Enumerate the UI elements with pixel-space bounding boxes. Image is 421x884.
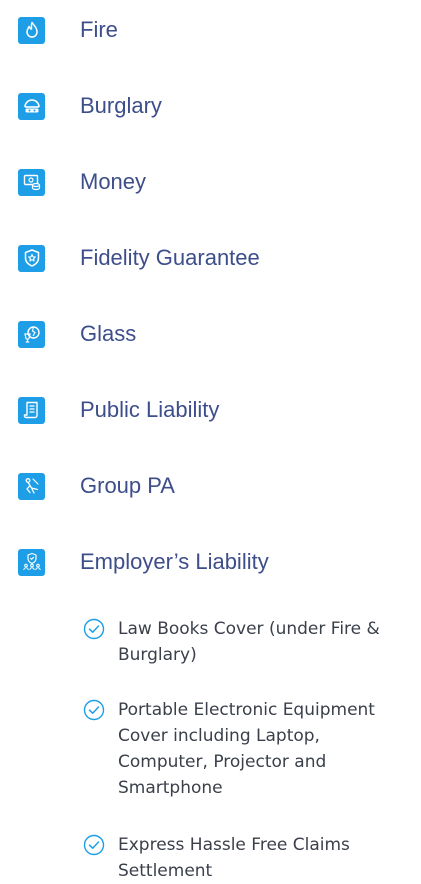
accident-person-icon [18,472,45,500]
burglar-mask-icon [18,92,45,120]
cover-label-money: Money [80,169,147,194]
shield-star-icon [18,244,45,272]
benefit-text: Express Hassle Free Claims Settlement [118,835,350,881]
document-scroll-icon [18,396,45,424]
cover-item-burglary: Burglary [18,86,162,126]
flame-icon [18,16,45,44]
shield-people-icon [18,548,45,576]
cover-label-fire: Fire [80,17,118,42]
cover-label-employers-liability: Employer’s Liability [80,549,269,574]
cover-label-burglary: Burglary [80,93,162,118]
check-circle-icon [83,618,105,640]
cover-item-fidelity-guarantee: Fidelity Guarantee [18,238,260,278]
cover-item-glass: Glass [18,314,136,354]
benefit-portable-electronic: Portable Electronic Equipment Cover incl… [82,697,412,801]
cover-label-group-pa: Group PA [80,473,175,498]
benefit-law-books: Law Books Cover (under Fire & Burglary) [82,616,412,668]
cover-item-employers-liability: Employer’s Liability [18,542,269,582]
broken-glass-icon [18,320,45,348]
cover-item-group-pa: Group PA [18,466,175,506]
cover-item-money: Money [18,162,146,202]
benefit-claims-settlement: Express Hassle Free Claims Settlement [82,832,412,884]
cover-label-fidelity-guarantee: Fidelity Guarantee [80,245,260,270]
check-circle-icon [83,834,105,856]
cover-label-glass: Glass [80,321,137,346]
benefit-text: Law Books Cover (under Fire & Burglary) [118,619,380,665]
check-circle-icon [83,699,105,721]
coverage-list: Fire Burglary Money Fidelity Guarantee G… [0,0,421,883]
cover-item-public-liability: Public Liability [18,390,219,430]
benefit-text: Portable Electronic Equipment Cover incl… [118,700,375,798]
cash-coins-icon [18,168,45,196]
cover-label-public-liability: Public Liability [80,397,220,422]
cover-item-fire: Fire [18,10,118,50]
